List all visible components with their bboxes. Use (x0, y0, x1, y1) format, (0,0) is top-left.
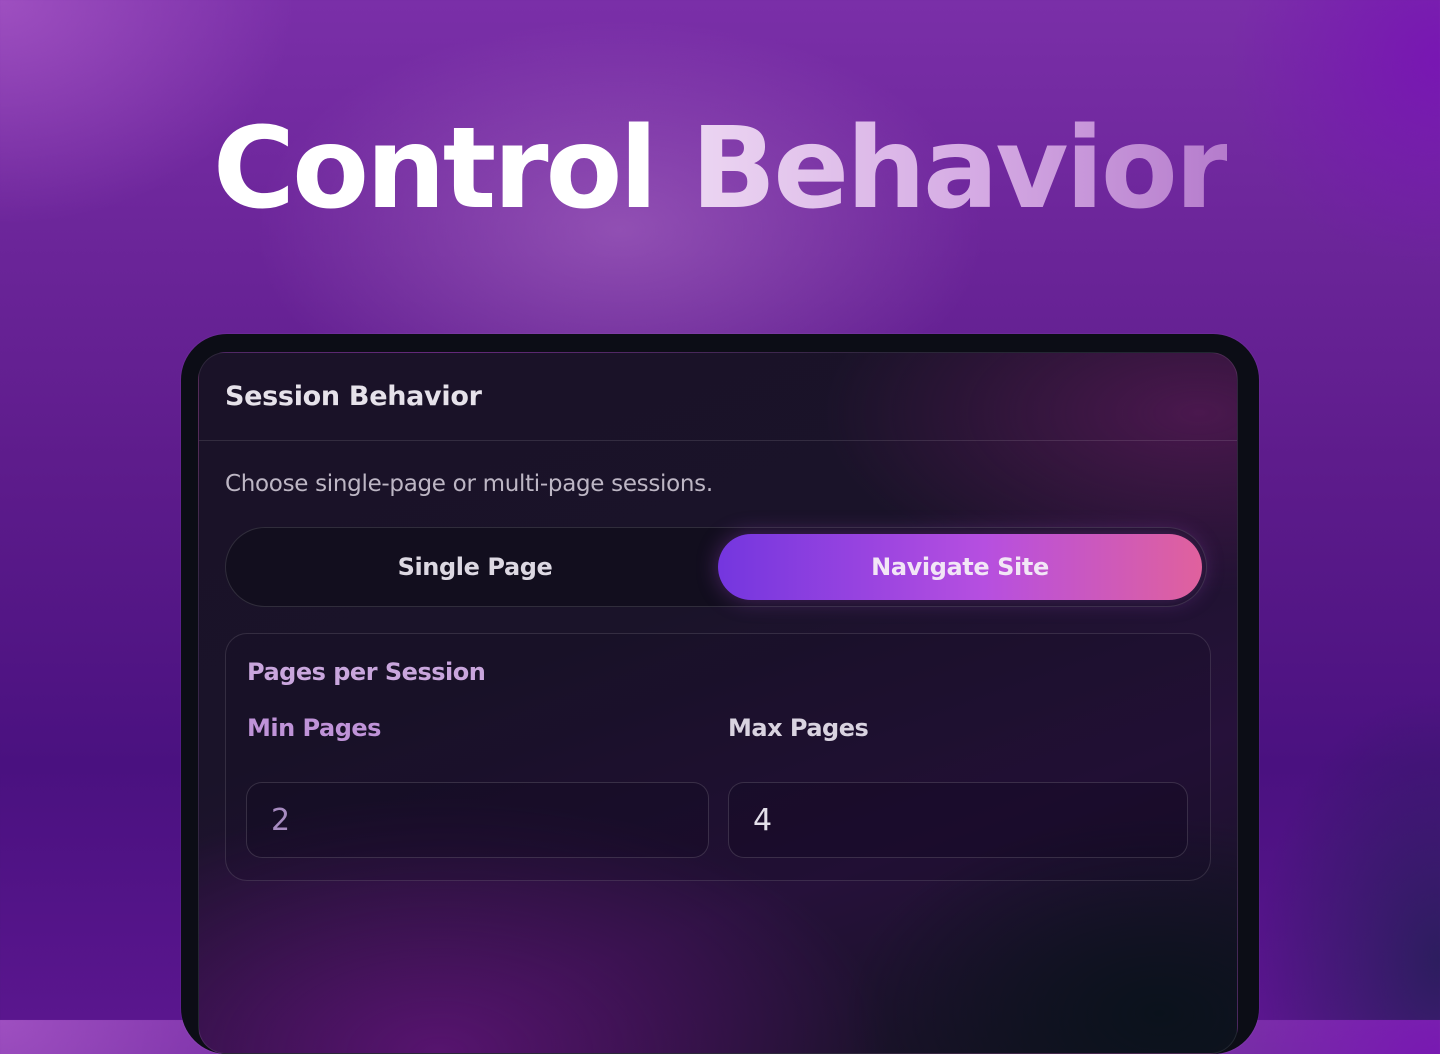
session-behavior-panel: Session Behavior Choose single-page or m… (198, 352, 1238, 1054)
hero-title: Control Behavior (0, 107, 1440, 231)
pages-per-session-title: Pages per Session (247, 658, 486, 686)
min-pages-label: Min Pages (247, 714, 381, 742)
min-pages-input[interactable] (246, 782, 709, 858)
session-mode-toggle: Single Page Navigate Site (225, 527, 1207, 607)
pages-per-session-card: Pages per Session Min Pages Max Pages (225, 633, 1211, 881)
hero-title-word-control: Control (212, 104, 658, 234)
max-pages-label: Max Pages (728, 714, 869, 742)
panel-title: Session Behavior (225, 381, 482, 412)
navigate-site-button[interactable]: Navigate Site (718, 534, 1202, 600)
panel-description: Choose single-page or multi-page session… (225, 471, 713, 497)
max-pages-input[interactable] (728, 782, 1188, 858)
single-page-button[interactable]: Single Page (232, 534, 718, 600)
panel-header: Session Behavior (199, 353, 1237, 441)
hero-title-word-behavior: Behavior (690, 104, 1230, 234)
